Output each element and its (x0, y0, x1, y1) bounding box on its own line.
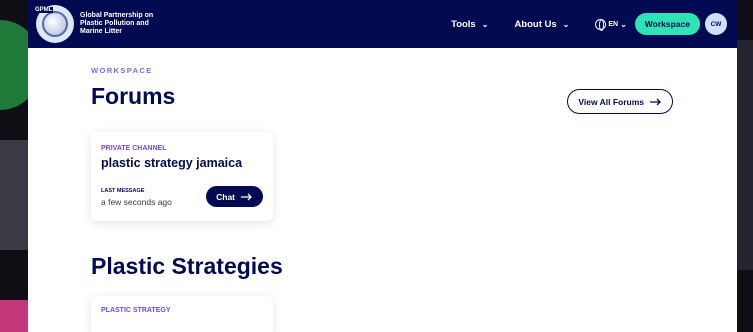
forum-card[interactable]: PRIVATE CHANNEL plastic strategy jamaica… (91, 132, 273, 221)
globe-emblem (42, 11, 68, 37)
plastic-strategy-tag: PLASTIC STRATEGY (101, 307, 171, 314)
top-navbar: GPML Global Partnership on Plastic Pollu… (28, 0, 737, 48)
logo-globe-icon: GPML (34, 5, 74, 43)
logo-tag: GPML (34, 7, 54, 13)
section-eyebrow: WORKSPACE (91, 66, 153, 75)
chat-label: Chat (216, 191, 235, 202)
chevron-down-icon: ⌄ (620, 19, 627, 29)
nav-about-label: About Us (514, 18, 557, 30)
nav-about-us[interactable]: About Us ⌄ (514, 19, 569, 30)
main-content: WORKSPACE Forums View All Forums PRIVATE… (28, 48, 737, 332)
globe-icon (595, 18, 607, 31)
nav-tools-label: Tools (451, 18, 476, 30)
site-logo[interactable]: GPML Global Partnership on Plastic Pollu… (34, 5, 170, 43)
last-message-label: LAST MESSAGE (101, 188, 145, 194)
section-title-plastic-strategies: Plastic Strategies (91, 253, 283, 279)
forum-card-title: plastic strategy jamaica (101, 156, 243, 170)
view-all-label: View All Forums (578, 96, 644, 107)
forum-card-footer: LAST MESSAGE a few seconds ago Chat (101, 186, 263, 207)
chevron-down-icon: ⌄ (481, 19, 489, 29)
chat-button[interactable]: Chat (206, 186, 263, 207)
logo-text: Global Partnership on Plastic Pollution … (80, 12, 154, 35)
arrow-right-icon (650, 98, 661, 105)
main-nav: Tools ⌄ About Us ⌄ EN ⌄ Workspace CW (451, 13, 727, 35)
language-selector[interactable]: EN ⌄ (595, 18, 627, 31)
nav-tools[interactable]: Tools ⌄ (451, 19, 488, 30)
forum-card-tag: PRIVATE CHANNEL (101, 145, 167, 152)
desktop-backdrop-gray (0, 140, 28, 250)
last-message-time: a few seconds ago (101, 197, 172, 207)
user-avatar[interactable]: CW (705, 13, 727, 35)
plastic-strategy-card[interactable]: PLASTIC STRATEGY (91, 296, 273, 332)
arrow-right-icon (241, 193, 252, 200)
view-all-forums-button[interactable]: View All Forums (567, 89, 673, 114)
browser-window: GPML Global Partnership on Plastic Pollu… (28, 0, 737, 332)
chevron-down-icon: ⌄ (562, 19, 570, 29)
language-label: EN (608, 20, 619, 28)
workspace-button[interactable]: Workspace (634, 13, 700, 35)
